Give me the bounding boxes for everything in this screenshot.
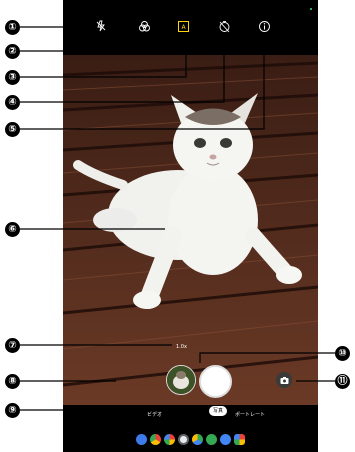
svg-text:A: A <box>181 24 186 31</box>
callout-4: ④ <box>5 95 20 110</box>
callout-1: ① <box>5 20 20 35</box>
callout-8: ⑧ <box>5 374 20 389</box>
auto-frame-icon[interactable]: A <box>175 18 191 34</box>
callout-5: ⑤ <box>5 122 20 137</box>
tablet-screen: A 1.0x ビデオ ポートレート 写真 <box>63 0 318 452</box>
thumbnail-image <box>167 366 195 394</box>
chrome-icon[interactable] <box>150 434 161 445</box>
callout-2: ② <box>5 44 20 59</box>
zoom-level-label[interactable]: 1.0x <box>176 344 187 350</box>
mode-selector: ビデオ ポートレート <box>63 405 318 423</box>
viewfinder-scene <box>63 55 318 407</box>
mode-photo-label: 写真 <box>212 408 223 414</box>
filter-icon[interactable] <box>136 18 152 34</box>
maps-icon[interactable] <box>206 434 217 445</box>
shutter-button[interactable] <box>199 365 232 398</box>
callout-10: ⑩ <box>335 346 350 361</box>
timer-icon[interactable] <box>216 18 232 34</box>
gallery-thumbnail-button[interactable] <box>166 365 196 395</box>
callout-7: ⑦ <box>5 338 20 353</box>
camera-switch-icon <box>280 376 288 384</box>
apps-icon[interactable] <box>234 434 245 445</box>
photos-icon[interactable] <box>164 434 175 445</box>
callout-3: ③ <box>5 70 20 85</box>
callout-6: ⑥ <box>5 222 20 237</box>
messages-icon[interactable] <box>136 434 147 445</box>
info-icon[interactable] <box>256 18 272 34</box>
camera-viewfinder[interactable] <box>63 55 318 407</box>
switch-camera-button[interactable] <box>276 372 292 388</box>
mode-photo-selected[interactable]: 写真 <box>209 406 227 416</box>
mode-portrait[interactable]: ポートレート <box>235 411 265 418</box>
flash-off-icon[interactable] <box>93 18 109 34</box>
callout-11: ⑪ <box>335 374 350 389</box>
app-dock <box>63 427 318 452</box>
camera-app-icon[interactable] <box>178 434 189 445</box>
settings-icon[interactable] <box>220 434 231 445</box>
play-store-icon[interactable] <box>192 434 203 445</box>
callout-9: ⑨ <box>5 403 20 418</box>
mode-video[interactable]: ビデオ <box>147 411 162 418</box>
status-indicator <box>310 8 312 10</box>
